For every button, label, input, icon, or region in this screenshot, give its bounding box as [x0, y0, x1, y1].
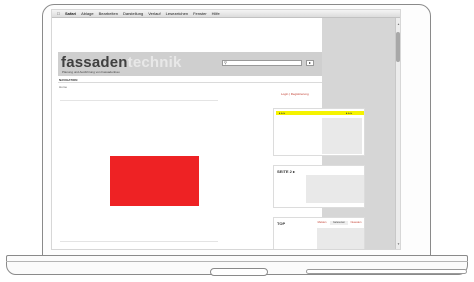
site-header: fassadentechnik Planung und Ausführung v… [58, 52, 322, 76]
menu-item-bearbeiten[interactable]: Bearbeiten [99, 11, 118, 16]
sidebar-box-3-image[interactable] [317, 228, 364, 249]
trackpad-notch [210, 268, 268, 276]
sidebar-box-3-title: TOP [277, 221, 286, 226]
apple-icon[interactable]:  [57, 11, 60, 16]
base-slot [306, 269, 467, 274]
search-button[interactable]: ▸ [306, 60, 314, 66]
laptop-mockup:  Safari Ablage Bearbeiten Darstellung V… [0, 0, 474, 282]
breadcrumb[interactable]: Home [59, 85, 67, 89]
search-icon: ⚲ [224, 60, 227, 65]
menu-item-lesezeichen[interactable]: Lesezeichen [166, 11, 188, 16]
screen-display:  Safari Ablage Bearbeiten Darstellung V… [51, 9, 401, 250]
main-navigation: NAVIGATION [58, 78, 322, 83]
content-divider-top [60, 100, 218, 101]
sidebar-box-1-header: ▸ ▸ ▸ ▸ ▸ ▸ [276, 111, 364, 115]
mac-menubar:  Safari Ablage Bearbeiten Darstellung V… [52, 10, 400, 18]
menu-item-hilfe[interactable]: Hilfe [212, 11, 220, 16]
sidebar-box-3: TOP Meisten Gelesenen Neuesten [273, 217, 365, 249]
red-ad-block[interactable] [110, 156, 199, 206]
box1-header-left[interactable]: ▸ ▸ ▸ [279, 111, 285, 115]
sidebar-box-2: SEITE 2 ▸ [273, 165, 365, 208]
scroll-up-icon[interactable]: ▲ [397, 22, 400, 26]
sidebar-box-1-image[interactable] [322, 118, 362, 154]
sidebar-box-1: ▸ ▸ ▸ ▸ ▸ ▸ [273, 108, 365, 156]
logo-part-light: technik [127, 54, 182, 71]
content-divider-bottom [60, 241, 218, 242]
box1-header-right[interactable]: ▸ ▸ ▸ [346, 111, 352, 115]
site-logo[interactable]: fassadentechnik [61, 54, 182, 71]
menu-app-safari[interactable]: Safari [65, 11, 76, 16]
sidebar-box-2-image[interactable] [306, 175, 364, 203]
tab-neuesten[interactable]: Neuesten [348, 221, 364, 225]
logo-part-dark: fassaden [61, 54, 128, 71]
menu-item-ablage[interactable]: Ablage [81, 11, 93, 16]
scrollbar-thumb[interactable] [396, 32, 400, 62]
menu-item-verlauf[interactable]: Verlauf [148, 11, 160, 16]
laptop-base-lip [6, 255, 468, 262]
scroll-down-icon[interactable]: ▼ [397, 242, 400, 246]
site-tagline: Planung und Ausführung von Fassadenbau [62, 70, 120, 74]
menu-item-darstellung[interactable]: Darstellung [123, 11, 143, 16]
tab-meisten[interactable]: Meisten [314, 221, 330, 225]
login-link[interactable]: Login | Registrierung [281, 92, 309, 96]
sidebar-box-2-title[interactable]: SEITE 2 ▸ [277, 169, 295, 174]
tab-gelesenen[interactable]: Gelesenen [330, 221, 348, 225]
nav-label[interactable]: NAVIGATION [59, 78, 77, 82]
search-input[interactable]: ⚲ [222, 60, 302, 66]
menu-item-fenster[interactable]: Fenster [193, 11, 207, 16]
